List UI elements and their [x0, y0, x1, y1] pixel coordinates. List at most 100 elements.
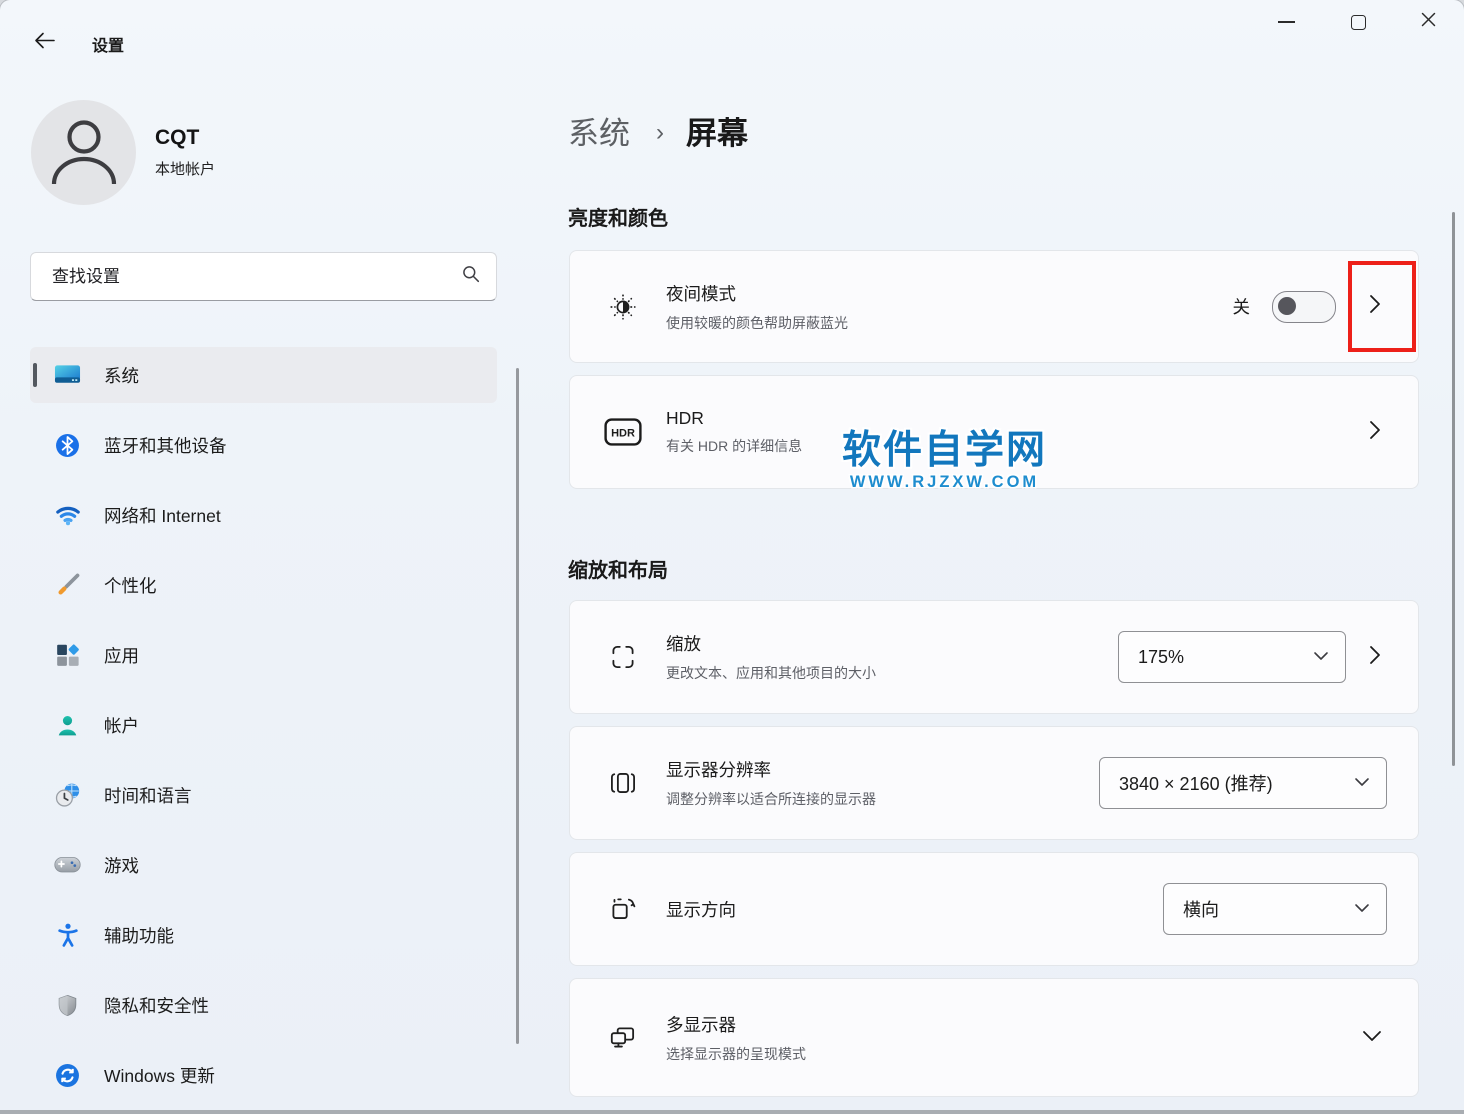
night-light-toggle-state-label: 关 [1232, 297, 1251, 317]
svg-text:HDR: HDR [611, 428, 635, 440]
breadcrumb: 系统 › 屏幕 [568, 108, 748, 153]
scale-icon [604, 641, 642, 673]
watermark: 软件自学网 WWW.RJZXW.COM [842, 431, 1047, 492]
sidebar-item-windows-update[interactable]: Windows 更新 [30, 1047, 497, 1103]
orientation-dropdown[interactable]: 横向 [1163, 883, 1387, 935]
chevron-down-icon [1313, 648, 1329, 666]
sidebar-item-label: 蓝牙和其他设备 [104, 435, 227, 456]
chevron-down-icon [1354, 900, 1370, 918]
sidebar: 系统 蓝牙和其他设备 网络和 Internet 个性化 应用 帐户 时间和语言 … [30, 347, 497, 1114]
selected-indicator [33, 363, 37, 387]
windows-update-icon [54, 1062, 81, 1089]
multi-display-title: 多显示器 [666, 1014, 736, 1035]
sidebar-item-label: 时间和语言 [104, 785, 192, 806]
back-button[interactable] [26, 26, 62, 60]
resolution-icon [604, 767, 642, 799]
chevron-right-icon [1368, 644, 1382, 671]
sidebar-item-gaming[interactable]: 游戏 [30, 837, 497, 893]
multi-display-icon [604, 1022, 642, 1054]
scale-subtitle: 更改文本、应用和其他项目的大小 [666, 665, 876, 681]
multi-display-subtitle: 选择显示器的呈现模式 [666, 1045, 806, 1062]
orientation-value: 横向 [1183, 900, 1219, 920]
scale-card: 缩放 更改文本、应用和其他项目的大小 175% [569, 600, 1419, 714]
sidebar-item-label: Windows 更新 [104, 1065, 215, 1086]
resolution-value: 3840 × 2160 (推荐) [1119, 774, 1273, 794]
user-name: CQT [155, 126, 200, 149]
minimize-button[interactable] [1254, 0, 1318, 44]
sidebar-item-apps[interactable]: 应用 [30, 627, 497, 683]
person-icon [49, 113, 119, 192]
sidebar-item-accessibility[interactable]: 辅助功能 [30, 907, 497, 963]
night-light-subtitle: 使用较暖的颜色帮助屏蔽蓝光 [666, 314, 848, 331]
chevron-right-icon [1368, 419, 1382, 446]
maximize-button[interactable] [1326, 0, 1390, 44]
maximize-icon [1350, 14, 1366, 30]
search-icon[interactable] [462, 265, 480, 288]
resolution-dropdown[interactable]: 3840 × 2160 (推荐) [1099, 757, 1387, 809]
orientation-card: 显示方向 横向 [569, 852, 1419, 966]
resolution-subtitle: 调整分辨率以适合所连接的显示器 [666, 791, 876, 807]
chevron-down-icon [1362, 1029, 1382, 1047]
resolution-title: 显示器分辨率 [666, 760, 771, 780]
sidebar-item-network[interactable]: 网络和 Internet [30, 487, 497, 543]
back-arrow-icon [34, 32, 55, 54]
scale-chevron[interactable] [1368, 644, 1382, 671]
network-icon [54, 502, 81, 529]
close-button[interactable] [1396, 0, 1460, 44]
hdr-icon: HDR [604, 418, 642, 446]
sidebar-item-label: 隐私和安全性 [104, 995, 209, 1016]
watermark-title: 软件自学网 [842, 429, 1048, 472]
personalization-icon [54, 572, 81, 599]
sidebar-item-label: 应用 [104, 645, 139, 666]
time-language-icon [54, 782, 81, 809]
night-light-icon [604, 290, 642, 324]
minimize-icon [1277, 21, 1295, 23]
scale-title: 缩放 [666, 634, 701, 654]
orientation-title: 显示方向 [666, 899, 736, 920]
page-title: 屏幕 [686, 116, 748, 151]
sidebar-item-time-language[interactable]: 时间和语言 [30, 767, 497, 823]
highlight-annotation-box [1348, 261, 1416, 352]
sidebar-item-label: 辅助功能 [104, 925, 174, 946]
sidebar-item-bluetooth[interactable]: 蓝牙和其他设备 [30, 417, 497, 473]
bluetooth-icon [54, 432, 81, 459]
user-account-type: 本地帐户 [155, 161, 216, 178]
multi-display-expander[interactable] [1362, 1029, 1382, 1047]
sidebar-item-accounts[interactable]: 帐户 [30, 697, 497, 753]
search-box[interactable] [30, 252, 497, 301]
breadcrumb-parent[interactable]: 系统 [568, 108, 630, 153]
sidebar-item-privacy[interactable]: 隐私和安全性 [30, 977, 497, 1033]
sidebar-item-personalization[interactable]: 个性化 [30, 557, 497, 613]
close-icon [1421, 12, 1436, 32]
breadcrumb-separator-icon: › [656, 118, 664, 146]
system-icon [54, 362, 81, 389]
app-title: 设置 [92, 38, 125, 55]
watermark-url: WWW.RJZXW.COM [849, 473, 1040, 491]
sidebar-item-system[interactable]: 系统 [30, 347, 497, 403]
avatar[interactable] [31, 100, 136, 205]
sidebar-item-label: 游戏 [104, 855, 139, 876]
sidebar-item-label: 个性化 [104, 575, 157, 596]
scale-dropdown[interactable]: 175% [1118, 631, 1346, 683]
apps-icon [54, 642, 81, 669]
night-light-title: 夜间模式 [666, 283, 736, 304]
main-scrollbar[interactable] [1452, 212, 1455, 766]
settings-window: 设置 CQT 本地帐户 系统 蓝牙和 [0, 0, 1464, 1114]
gaming-icon [54, 852, 81, 879]
night-light-card[interactable]: 夜间模式 使用较暖的颜色帮助屏蔽蓝光 关 [569, 250, 1419, 363]
hdr-subtitle: 有关 HDR 的详细信息 [666, 438, 803, 454]
hdr-title: HDR [666, 408, 704, 428]
scale-value: 175% [1138, 646, 1185, 667]
sidebar-item-label: 系统 [104, 365, 139, 386]
search-input[interactable] [50, 265, 462, 288]
sidebar-scrollbar[interactable] [516, 368, 519, 1044]
sidebar-item-label: 网络和 Internet [104, 505, 221, 526]
accessibility-icon [54, 922, 81, 949]
multi-display-card[interactable]: 多显示器 选择显示器的呈现模式 [569, 978, 1419, 1097]
section-heading-brightness: 亮度和颜色 [568, 208, 668, 230]
toggle-knob [1278, 296, 1296, 315]
section-heading-layout: 缩放和布局 [568, 560, 668, 582]
hdr-chevron[interactable] [1368, 419, 1382, 446]
sidebar-item-label: 帐户 [104, 715, 139, 736]
night-light-toggle[interactable] [1272, 290, 1336, 323]
